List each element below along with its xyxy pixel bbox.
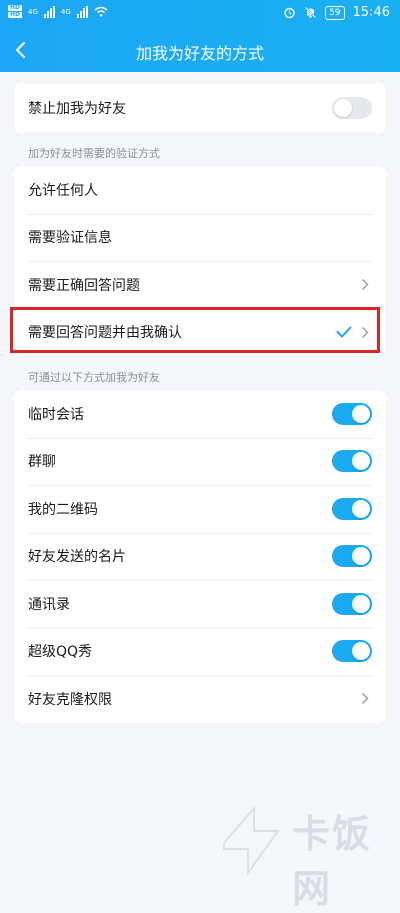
add-source-card: 临时会话 群聊 我的二维码 好友发送的名片 通讯录 超级QQ秀 好友克隆权限 <box>14 390 386 723</box>
block-friends-row: 禁止加我为好友 <box>14 84 386 132</box>
alarm-icon <box>284 7 295 19</box>
verify-option-label: 需要回答问题并由我确认 <box>28 325 182 342</box>
verify-option-label: 需要验证信息 <box>28 230 112 247</box>
source-item-qrcode: 我的二维码 <box>14 485 386 533</box>
source-item-super-qq-show: 超级QQ秀 <box>14 627 386 676</box>
source-item-clone-permission[interactable]: 好友克隆权限 <box>14 675 386 723</box>
status-bar: HD HD 4G 4G 59 15:46 <box>0 0 400 28</box>
wifi-icon <box>94 6 108 17</box>
checkmark-icon <box>336 324 352 340</box>
mute-bell-icon <box>304 6 317 19</box>
source-item-label: 临时会话 <box>28 406 84 423</box>
chevron-right-icon <box>358 278 372 292</box>
source-item-label: 群聊 <box>28 454 56 471</box>
source-item-temp-chat: 临时会话 <box>14 390 386 438</box>
status-right: 59 15:46 <box>283 5 390 20</box>
block-friends-toggle[interactable] <box>332 96 372 119</box>
friend-card-toggle[interactable] <box>332 545 372 568</box>
source-item-card: 好友发送的名片 <box>14 532 386 581</box>
nav-bar: 加我为好友的方式 <box>0 28 400 72</box>
verify-options-card: 允许任何人 需要验证信息 需要正确回答问题 需要回答问题并由我确认 <box>14 166 386 356</box>
verify-section-title: 加为好友时需要的验证方式 <box>28 147 160 160</box>
header: HD HD 4G 4G 59 15:46 加我为好友的方式 <box>0 0 400 72</box>
block-friends-card: 禁止加我为好友 <box>14 84 386 132</box>
sim2-badge: HD <box>8 11 22 18</box>
super-qq-show-toggle[interactable] <box>332 640 372 663</box>
source-item-label: 通讯录 <box>28 596 70 613</box>
source-item-label: 好友发送的名片 <box>28 549 126 566</box>
chevron-right-icon <box>358 692 372 706</box>
source-section-title: 可通过以下方式加我为好友 <box>28 371 160 384</box>
page-title: 加我为好友的方式 <box>135 44 264 63</box>
watermark-text: 卡饭网 <box>292 812 373 911</box>
verify-option-answer-confirm[interactable]: 需要回答问题并由我确认 <box>14 308 386 357</box>
block-friends-label: 禁止加我为好友 <box>28 100 126 117</box>
network2-label: 4G <box>60 7 71 16</box>
signal1-icon <box>43 5 55 18</box>
verify-option-message[interactable]: 需要验证信息 <box>14 213 386 262</box>
temp-chat-toggle[interactable] <box>332 402 372 425</box>
source-item-label: 超级QQ秀 <box>28 644 93 661</box>
status-left: HD HD 4G 4G <box>8 5 108 18</box>
source-item-group-chat: 群聊 <box>14 437 386 486</box>
battery-indicator: 59 <box>325 5 345 20</box>
watermark-logo: 卡饭网 <box>214 803 400 911</box>
verify-option-anyone[interactable]: 允许任何人 <box>14 166 386 214</box>
qrcode-toggle[interactable] <box>332 497 372 520</box>
verify-option-label: 需要正确回答问题 <box>28 277 140 294</box>
sim-indicators: HD HD <box>8 5 22 18</box>
clock: 15:46 <box>352 5 390 20</box>
contacts-toggle[interactable] <box>332 592 372 615</box>
network1-label: 4G <box>28 7 38 16</box>
verify-option-answer[interactable]: 需要正确回答问题 <box>14 261 386 309</box>
signal2-icon <box>76 5 88 18</box>
source-item-label: 好友克隆权限 <box>28 691 112 708</box>
verify-option-label: 允许任何人 <box>28 182 98 199</box>
chevron-right-icon <box>358 325 372 339</box>
group-chat-toggle[interactable] <box>332 450 372 473</box>
source-item-label: 我的二维码 <box>28 501 98 518</box>
source-item-contacts: 通讯录 <box>14 580 386 628</box>
